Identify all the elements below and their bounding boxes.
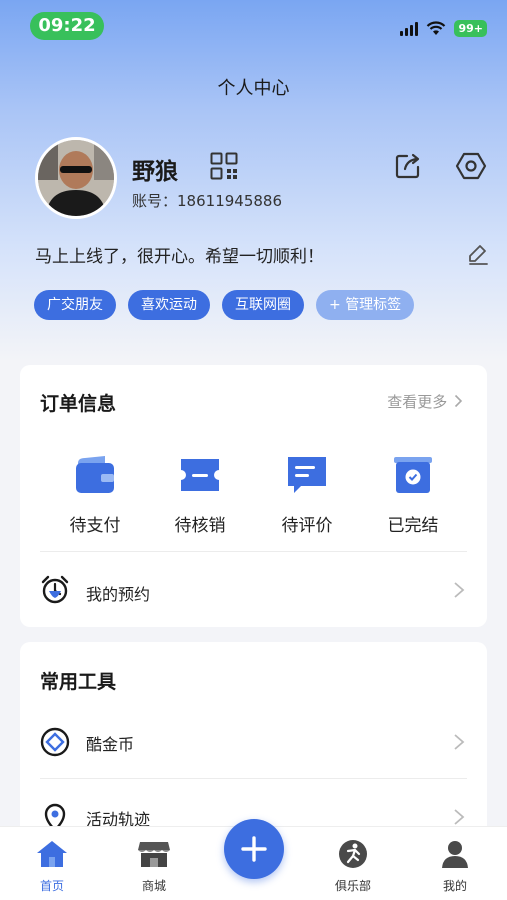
avatar[interactable]: [35, 137, 117, 219]
alarm-clock-icon: [41, 575, 69, 604]
settings-icon[interactable]: [455, 150, 487, 182]
tab-label: 首页: [39, 879, 64, 893]
reservation-label: 我的预约: [86, 585, 151, 604]
tools-title: 常用工具: [40, 671, 117, 693]
comment-icon: [288, 457, 326, 493]
home-icon: [37, 841, 67, 867]
plus-icon: [241, 836, 267, 862]
add-button[interactable]: [224, 819, 284, 879]
orders-title: 订单信息: [40, 393, 117, 415]
chevron-right-icon: [454, 582, 465, 598]
battery-indicator: 99+: [454, 20, 487, 37]
chevron-right-icon: [454, 394, 463, 408]
account-number: 账号：18611945886: [132, 190, 282, 211]
ticket-icon: [181, 459, 219, 491]
tab-mine[interactable]: 我的: [420, 839, 490, 894]
manage-tags-button[interactable]: + 管理标签: [316, 290, 415, 320]
tab-mall[interactable]: 商城: [119, 839, 189, 894]
share-icon[interactable]: [393, 151, 423, 181]
tool-label: 酷金币: [86, 735, 135, 754]
order-label: 待核销: [174, 516, 226, 536]
order-pending-review[interactable]: 待评价: [259, 453, 355, 536]
wallet-icon: [76, 456, 114, 493]
chevron-right-icon: [454, 809, 465, 825]
tab-label: 我的: [442, 879, 467, 893]
status-time: 09:22: [30, 12, 104, 40]
qr-code-icon[interactable]: [210, 152, 238, 180]
order-label: 已完结: [387, 516, 439, 536]
wifi-icon: [427, 21, 446, 35]
completed-box-icon: [394, 457, 432, 493]
manage-tags-label: 管理标签: [345, 297, 402, 313]
divider: [40, 551, 467, 552]
tab-label: 俱乐部: [334, 879, 371, 893]
edit-icon[interactable]: [467, 243, 489, 265]
status-icons: 99+: [400, 20, 487, 37]
divider: [40, 778, 467, 779]
page-title: 个人中心: [217, 78, 290, 99]
tab-home[interactable]: 首页: [17, 839, 87, 894]
order-pending-redeem[interactable]: 待核销: [152, 453, 248, 536]
profile-signature: 马上上线了，很开心。希望一切顺利！: [35, 247, 324, 267]
tag-item[interactable]: 喜欢运动: [128, 290, 210, 320]
view-more-link[interactable]: 查看更多: [387, 391, 463, 412]
plus-icon: +: [329, 297, 341, 313]
account-label: 账号：: [132, 192, 178, 210]
tab-club[interactable]: 俱乐部: [318, 839, 388, 894]
view-more-label: 查看更多: [387, 393, 448, 411]
tools-card: 常用工具 酷金币 活动轨迹: [20, 642, 487, 842]
order-label: 待评价: [281, 516, 333, 536]
signal-icon: [400, 21, 419, 36]
order-label: 待支付: [69, 516, 121, 536]
tag-item[interactable]: 互联网圈: [222, 290, 304, 320]
tag-item[interactable]: 广交朋友: [34, 290, 116, 320]
username: 野狼: [132, 159, 178, 185]
account-value: 18611945886: [177, 192, 282, 210]
chevron-right-icon: [454, 734, 465, 750]
tag-list: 广交朋友 喜欢运动 互联网圈 + 管理标签: [34, 290, 415, 320]
tab-label: 商城: [141, 879, 166, 893]
coin-icon: [40, 727, 70, 757]
user-icon: [442, 841, 468, 868]
club-runner-icon: [339, 840, 367, 868]
store-icon: [138, 842, 170, 867]
orders-card: 订单信息 查看更多 待支付 待核销 待评价 已完结 我的预约: [20, 365, 487, 627]
order-pending-payment[interactable]: 待支付: [47, 453, 143, 536]
order-completed[interactable]: 已完结: [365, 453, 461, 536]
